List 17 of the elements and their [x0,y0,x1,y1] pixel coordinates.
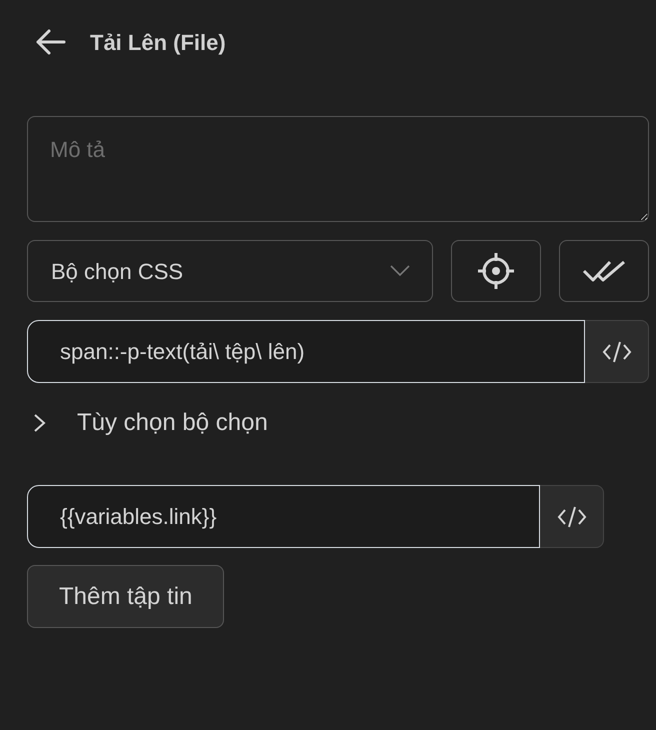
pick-element-button[interactable] [451,240,541,302]
back-arrow-icon [34,28,66,56]
code-icon [556,506,586,528]
add-file-button[interactable]: Thêm tập tin [27,565,224,628]
file-path-field[interactable]: {{variables.link}} [27,485,540,548]
description-field[interactable]: Mô tả [27,116,649,222]
crosshair-icon [476,251,516,291]
code-button[interactable] [585,320,649,383]
code-button[interactable] [540,485,604,548]
selector-options-toggle[interactable]: Tùy chọn bộ chọn [27,407,268,439]
page-title: Tải Lên (File) [90,28,226,57]
selector-field[interactable]: span::-p-text(tải\ tệp\ lên) [27,320,585,383]
verify-button[interactable] [559,240,649,302]
code-icon [602,340,632,362]
double-check-icon [582,259,626,283]
chevron-down-icon [390,265,410,277]
selector-type-dropdown[interactable]: Bộ chọn CSS [27,240,433,302]
